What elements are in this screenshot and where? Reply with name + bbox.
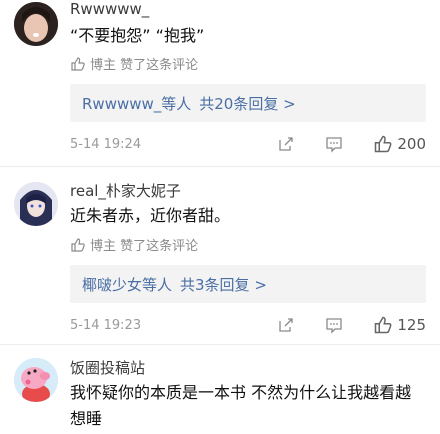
comment-meta: 5-14 19:23 125 [70, 313, 426, 337]
avatar[interactable] [14, 2, 58, 46]
reply-summary[interactable]: 椰啵少女等人 共3条回复 > [70, 265, 426, 303]
comment-button[interactable] [325, 135, 343, 153]
comment-username[interactable]: Rwwwww_ [70, 0, 149, 18]
comment-icon [326, 137, 343, 153]
divider [0, 166, 440, 167]
share-icon [279, 137, 294, 151]
like-button[interactable]: 200 [373, 134, 426, 154]
comment-text: “不要抱怨” “抱我” [70, 26, 205, 45]
comment-text: 我怀疑你的本质是一本书 不然为什么让我越看越想睡 [70, 383, 412, 428]
comment-time: 5-14 19:24 [70, 136, 142, 152]
thumb-up-small-icon [71, 237, 85, 252]
comment-item: 饭圈投稿站 我怀疑你的本质是一本书 不然为什么让我越看越想睡 [0, 352, 440, 434]
thumb-up-icon [375, 316, 392, 334]
comment-button[interactable] [325, 316, 343, 334]
like-count: 125 [397, 316, 426, 334]
thumb-up-icon [375, 135, 392, 153]
avatar[interactable] [14, 358, 58, 402]
comment-username[interactable]: 饭圈投稿站 [70, 357, 145, 378]
comment-text: 近朱者赤，近你者甜。 [70, 206, 231, 225]
user-avatar-peppa-icon [14, 358, 58, 402]
comment-username[interactable]: real_朴家大妮子 [70, 180, 181, 201]
reply-count[interactable]: 共20条回复 > [199, 93, 295, 114]
comment-time: 5-14 19:23 [70, 317, 142, 333]
reply-names[interactable]: Rwwwww_等人 [82, 93, 191, 114]
reply-summary[interactable]: Rwwwww_等人 共20条回复 > [70, 84, 426, 122]
thumb-up-small-icon [71, 56, 85, 71]
comment-item: Rwwwww_ “不要抱怨” “抱我” 博主 赞了这条评论 Rwwwww_等人 … [0, 0, 440, 170]
like-count: 200 [397, 135, 426, 153]
user-avatar-girl-icon [14, 2, 58, 46]
author-liked-label: 博主 赞了这条评论 [90, 239, 199, 254]
share-icon [279, 318, 294, 332]
comment-icon [326, 318, 343, 334]
author-liked-row: 博主 赞了这条评论 [70, 54, 198, 73]
avatar[interactable] [14, 182, 58, 226]
share-button[interactable] [277, 316, 295, 334]
comment-item: real_朴家大妮子 近朱者赤，近你者甜。 博主 赞了这条评论 椰啵少女等人 共… [0, 176, 440, 346]
user-avatar-anime-icon [14, 182, 58, 226]
reply-count[interactable]: 共3条回复 > [180, 274, 267, 295]
reply-names[interactable]: 椰啵少女等人 [82, 274, 172, 295]
comment-meta: 5-14 19:24 200 [70, 132, 426, 156]
like-button[interactable]: 125 [373, 315, 426, 335]
divider [0, 344, 440, 345]
author-liked-label: 博主 赞了这条评论 [90, 58, 199, 73]
share-button[interactable] [277, 135, 295, 153]
author-liked-row: 博主 赞了这条评论 [70, 235, 198, 254]
